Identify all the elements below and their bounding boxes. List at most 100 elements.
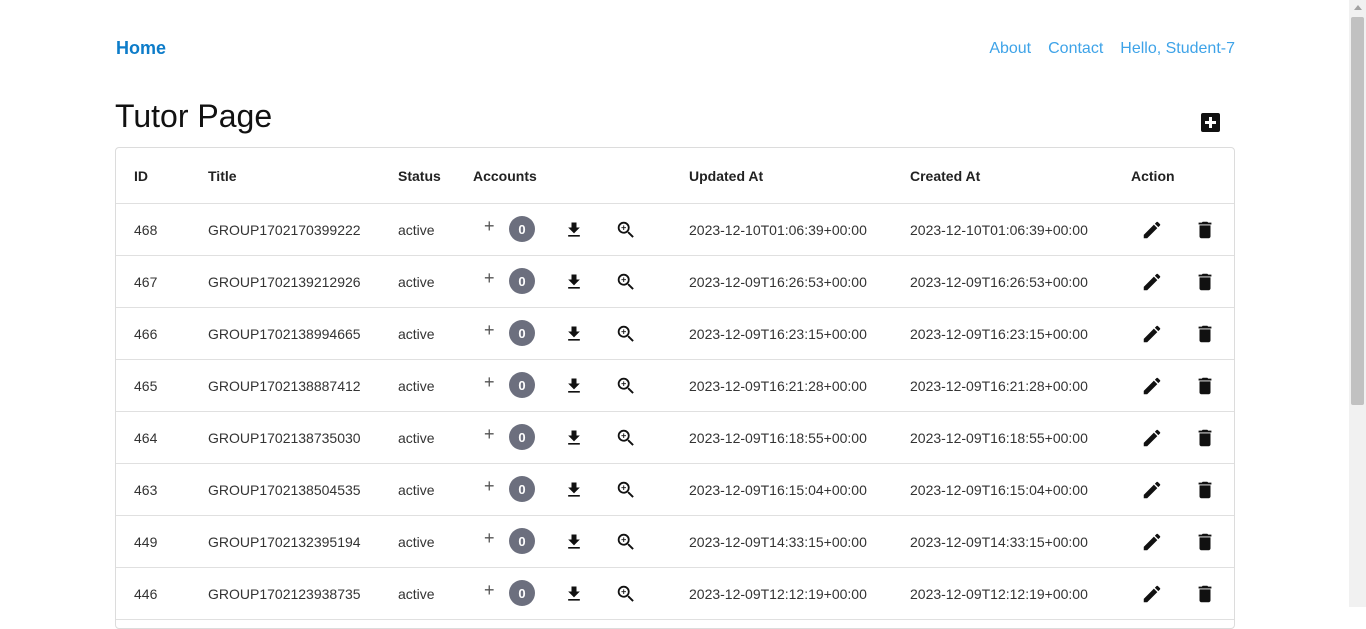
pencil-icon[interactable] [1141, 427, 1163, 449]
pencil-icon[interactable] [1141, 583, 1163, 605]
header-accounts: Accounts [473, 148, 689, 204]
trash-icon[interactable] [1194, 427, 1216, 449]
table-row: 464 GROUP1702138735030 active + 0 2023-1… [116, 411, 1234, 464]
account-count-badge: 0 [509, 216, 535, 242]
trash-icon[interactable] [1194, 375, 1216, 397]
download-icon[interactable] [564, 584, 584, 604]
trash-icon[interactable] [1194, 323, 1216, 345]
cell-title: GROUP1702123938735 [208, 567, 398, 620]
trash-icon[interactable] [1194, 271, 1216, 293]
plus-icon[interactable]: + [484, 269, 495, 287]
cell-title: GROUP1702138994665 [208, 307, 398, 360]
cell-created-at: 2023-12-10T01:06:39+00:00 [910, 203, 1131, 256]
header-title: Title [208, 148, 398, 204]
cell-title: GROUP1702139212926 [208, 255, 398, 308]
download-icon[interactable] [564, 220, 584, 240]
zoom-in-icon[interactable] [615, 583, 637, 605]
plus-icon[interactable]: + [484, 321, 495, 339]
pencil-icon[interactable] [1141, 375, 1163, 397]
cell-id: 466 [116, 307, 208, 360]
nav-links: About Contact Hello, Student-7 [989, 40, 1235, 58]
cell-status: active [398, 567, 473, 620]
cell-updated-at: 2023-12-09T14:33:15+00:00 [689, 515, 910, 568]
cell-status: active [398, 411, 473, 464]
pencil-icon[interactable] [1141, 479, 1163, 501]
cell-created-at: 2023-12-09T16:21:28+00:00 [910, 359, 1131, 412]
account-count-badge: 0 [509, 528, 535, 554]
account-count-badge: 0 [509, 424, 535, 450]
cell-title: GROUP1702170399222 [208, 203, 398, 256]
pencil-icon[interactable] [1141, 271, 1163, 293]
cell-created-at: 2023-12-09T16:15:04+00:00 [910, 463, 1131, 516]
cell-accounts: + 0 [473, 255, 689, 308]
cell-title: GROUP1702138887412 [208, 359, 398, 412]
download-icon[interactable] [564, 376, 584, 396]
pencil-icon[interactable] [1141, 531, 1163, 553]
cell-status: active [398, 515, 473, 568]
account-count-badge: 0 [509, 372, 535, 398]
download-icon[interactable] [564, 324, 584, 344]
table-row: 465 GROUP1702138887412 active + 0 2023-1… [116, 359, 1234, 412]
cell-id: 464 [116, 411, 208, 464]
cell-accounts: + 0 [473, 359, 689, 412]
cell-updated-at: 2023-12-09T16:18:55+00:00 [689, 411, 910, 464]
cell-id: 463 [116, 463, 208, 516]
home-link[interactable]: Home [116, 38, 166, 59]
cell-accounts: + 0 [473, 463, 689, 516]
zoom-in-icon[interactable] [615, 323, 637, 345]
contact-link[interactable]: Contact [1048, 40, 1103, 58]
zoom-in-icon[interactable] [615, 427, 637, 449]
cell-actions [1131, 203, 1234, 256]
cell-id: 467 [116, 255, 208, 308]
table-row: 468 GROUP1702170399222 active + 0 2023-1… [116, 203, 1234, 256]
cell-accounts: + 0 [473, 567, 689, 620]
plus-icon[interactable]: + [484, 373, 495, 391]
header-status: Status [398, 148, 473, 204]
add-group-button[interactable] [1201, 113, 1220, 132]
plus-icon[interactable]: + [484, 529, 495, 547]
plus-icon[interactable]: + [484, 217, 495, 235]
cell-status: active [398, 463, 473, 516]
zoom-in-icon[interactable] [615, 375, 637, 397]
scroll-thumb[interactable] [1351, 17, 1364, 405]
download-icon[interactable] [564, 428, 584, 448]
zoom-in-icon[interactable] [615, 271, 637, 293]
scroll-up-arrow-icon[interactable] [1354, 5, 1362, 10]
zoom-in-icon[interactable] [615, 219, 637, 241]
header-created-at: Created At [910, 148, 1131, 204]
pencil-icon[interactable] [1141, 323, 1163, 345]
cell-status: active [398, 255, 473, 308]
cell-actions [1131, 307, 1234, 360]
account-count-badge: 0 [509, 580, 535, 606]
cell-accounts: + 0 [473, 203, 689, 256]
cell-actions [1131, 463, 1234, 516]
user-greeting-link[interactable]: Hello, Student-7 [1120, 40, 1235, 58]
table-header-row: ID Title Status Accounts Updated At Crea… [116, 148, 1234, 204]
cell-accounts: + 0 [473, 411, 689, 464]
about-link[interactable]: About [989, 40, 1031, 58]
cell-status: active [398, 307, 473, 360]
cell-accounts: + 0 [473, 307, 689, 360]
trash-icon[interactable] [1194, 479, 1216, 501]
zoom-in-icon[interactable] [615, 479, 637, 501]
trash-icon[interactable] [1194, 219, 1216, 241]
zoom-in-icon[interactable] [615, 531, 637, 553]
page-scrollbar[interactable] [1349, 0, 1366, 607]
account-count-badge: 0 [509, 268, 535, 294]
header-updated-at: Updated At [689, 148, 910, 204]
plus-icon[interactable]: + [484, 477, 495, 495]
table-row: 449 GROUP1702132395194 active + 0 2023-1… [116, 515, 1234, 568]
cell-created-at: 2023-12-09T16:26:53+00:00 [910, 255, 1131, 308]
cell-id: 465 [116, 359, 208, 412]
plus-icon[interactable]: + [484, 425, 495, 443]
groups-table-container: ID Title Status Accounts Updated At Crea… [115, 147, 1235, 629]
trash-icon[interactable] [1194, 531, 1216, 553]
header-action: Action [1131, 148, 1234, 204]
plus-icon[interactable]: + [484, 581, 495, 599]
cell-updated-at: 2023-12-09T12:12:19+00:00 [689, 567, 910, 620]
trash-icon[interactable] [1194, 583, 1216, 605]
download-icon[interactable] [564, 532, 584, 552]
pencil-icon[interactable] [1141, 219, 1163, 241]
download-icon[interactable] [564, 272, 584, 292]
download-icon[interactable] [564, 480, 584, 500]
